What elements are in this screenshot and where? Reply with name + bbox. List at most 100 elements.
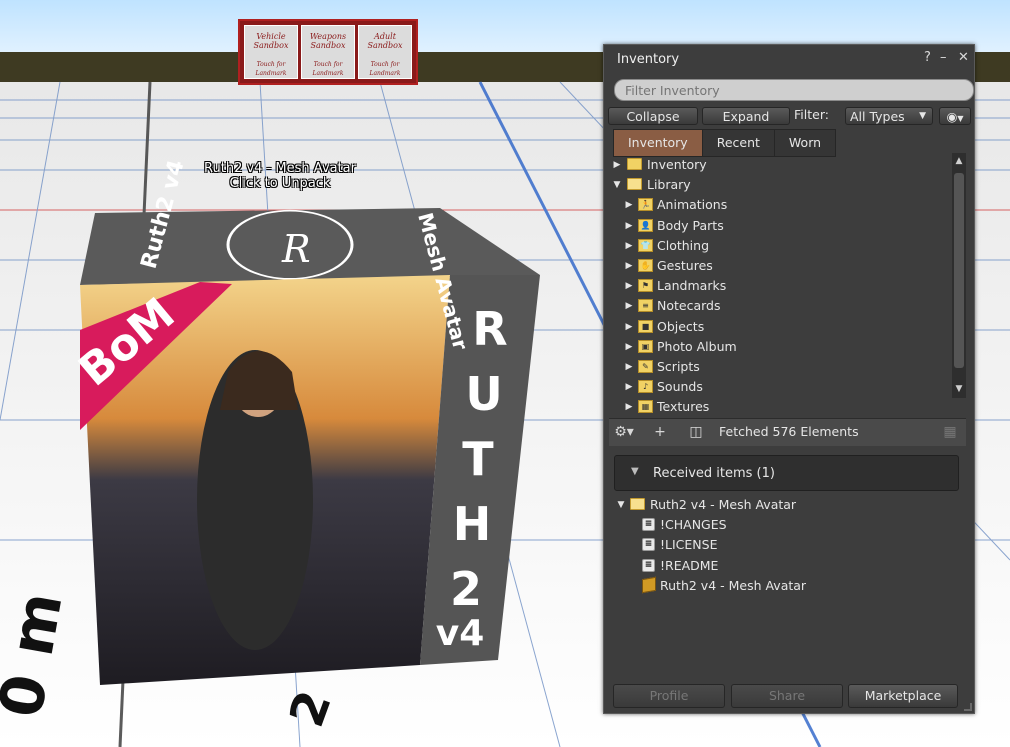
caret-down-icon[interactable]: ▼ [612, 175, 622, 195]
caret-right-icon[interactable]: ▶ [624, 276, 634, 296]
caret-right-icon[interactable]: ▶ [624, 337, 634, 357]
inventory-bottom-toolbar: ⚙▾ + ◫ Fetched 576 Elements ▦ [609, 418, 966, 446]
tree-row-library-item[interactable]: ▶ ■ Objects [612, 317, 952, 337]
caret-right-icon[interactable]: ▶ [624, 296, 634, 316]
received-item-row[interactable]: ≡ !README [614, 556, 959, 576]
inventory-tree[interactable]: ▶ Inventory ▼ Library ▶ 🏃 Animations ▶ 👤 Body… [612, 155, 952, 413]
filter-type-value: All Types [850, 109, 905, 124]
notecard-icon: ≡ [642, 558, 655, 572]
resize-handle[interactable] [964, 703, 972, 711]
close-icon[interactable]: ✕ [958, 50, 969, 65]
caret-right-icon[interactable]: ▶ [624, 317, 634, 337]
object-icon [642, 576, 656, 593]
received-items-label: Received items (1) [653, 466, 775, 481]
tree-row-library-item[interactable]: ▶ ✎ Scripts [612, 357, 952, 377]
notecard-icon: ≡ [642, 538, 655, 552]
sandbox-sign-adult[interactable]: Adult Sandbox Touch for Landmark [358, 25, 412, 79]
share-button[interactable]: Share [731, 684, 843, 708]
library-folder-icon: 👕 [638, 238, 653, 252]
tree-row-library-item[interactable]: ▶ ▦ Textures [612, 397, 952, 413]
library-folder-icon: ▣ [638, 339, 653, 353]
tree-label: Textures [657, 399, 710, 413]
tree-label: Animations [657, 197, 728, 213]
tree-row-inventory[interactable]: ▶ Inventory [612, 155, 952, 175]
received-items-header[interactable]: ▼ Received items (1) [614, 455, 959, 491]
tree-label: Inventory [647, 157, 707, 172]
new-window-icon[interactable]: ◫ [683, 423, 709, 441]
library-children: ▶ 🏃 Animations ▶ 👤 Body Parts ▶ 👕 Clothing ▶ ✋ Gest… [612, 195, 952, 413]
library-folder-icon: ▦ [638, 400, 653, 413]
view-options-button[interactable]: ◉▼ [939, 107, 971, 125]
received-item-row[interactable]: ≡ !LICENSE [614, 535, 959, 555]
gear-icon[interactable]: ⚙▾ [611, 423, 637, 441]
trash-icon[interactable]: ▦ [937, 423, 963, 441]
tab-inventory[interactable]: Inventory [613, 129, 702, 157]
caret-right-icon[interactable]: ▶ [624, 357, 634, 377]
library-folder-icon: ✎ [638, 359, 653, 373]
sandbox-sign-subtitle: Touch for Landmark [255, 61, 287, 77]
tab-worn[interactable]: Worn [773, 129, 837, 157]
filter-label: Filter: [794, 107, 829, 122]
help-icon[interactable]: ? [924, 50, 931, 65]
inventory-titlebar[interactable]: Inventory ? – ✕ [604, 45, 974, 73]
sandbox-sign-weapons[interactable]: Weapons Sandbox Touch for Landmark [301, 25, 355, 79]
library-folder-icon: ■ [638, 319, 653, 333]
sandbox-signboard[interactable]: Vehicle Sandbox Touch for Landmark Weapo… [238, 19, 418, 85]
add-icon[interactable]: + [647, 423, 673, 441]
caret-right-icon[interactable]: ▶ [612, 155, 622, 175]
tab-recent[interactable]: Recent [701, 129, 774, 157]
sandbox-sign-title: Adult Sandbox [367, 32, 403, 50]
filter-inventory-input[interactable] [614, 79, 974, 101]
tree-row-library-item[interactable]: ▶ 👤 Body Parts [612, 216, 952, 236]
received-item-row[interactable]: Ruth2 v4 - Mesh Avatar [614, 576, 959, 596]
sandbox-sign-title: Weapons Sandbox [309, 32, 347, 50]
library-folder-icon: ⚑ [638, 279, 653, 293]
tree-label: Photo Album [657, 338, 737, 354]
received-folder-row[interactable]: ▼ Ruth2 v4 - Mesh Avatar [614, 495, 959, 515]
caret-right-icon[interactable]: ▶ [624, 256, 634, 276]
received-items-tree[interactable]: ▼ Ruth2 v4 - Mesh Avatar ≡ !CHANGES ≡ !LICE… [614, 495, 959, 596]
tree-label: Ruth2 v4 - Mesh Avatar [650, 497, 797, 512]
tree-row-library-item[interactable]: ▶ 🏃 Animations [612, 195, 952, 215]
caret-right-icon[interactable]: ▶ [624, 216, 634, 236]
tree-label: Objects [657, 318, 705, 334]
caret-down-icon[interactable]: ▼ [616, 495, 626, 515]
tree-scrollbar[interactable]: ▲ ▼ [952, 153, 966, 398]
tree-label: !CHANGES [660, 517, 727, 533]
folder-icon [627, 158, 642, 170]
caret-right-icon[interactable]: ▶ [624, 397, 634, 413]
received-item-row[interactable]: ≡ !CHANGES [614, 515, 959, 535]
scroll-up-icon[interactable]: ▲ [952, 155, 966, 167]
library-folder-icon: ♪ [638, 380, 653, 394]
sandbox-sign-vehicle[interactable]: Vehicle Sandbox Touch for Landmark [244, 25, 298, 79]
tree-row-library-item[interactable]: ▶ ≡ Notecards [612, 296, 952, 316]
tree-row-library-item[interactable]: ▶ ✋ Gestures [612, 256, 952, 276]
marketplace-button[interactable]: Marketplace [848, 684, 958, 708]
scroll-down-icon[interactable]: ▼ [952, 383, 966, 395]
caret-right-icon[interactable]: ▶ [624, 377, 634, 397]
scrollbar-thumb[interactable] [954, 173, 964, 368]
expand-button[interactable]: Expand [702, 107, 790, 125]
ruth2-box[interactable] [80, 208, 540, 685]
fetch-status: Fetched 576 Elements [719, 424, 859, 439]
minimize-icon[interactable]: – [940, 50, 947, 65]
caret-right-icon[interactable]: ▶ [624, 195, 634, 215]
tree-row-library[interactable]: ▼ Library [612, 175, 952, 195]
tree-label: Gestures [657, 257, 713, 273]
profile-button[interactable]: Profile [613, 684, 725, 708]
tree-label: Ruth2 v4 - Mesh Avatar [660, 577, 807, 593]
tree-row-library-item[interactable]: ▶ ♪ Sounds [612, 377, 952, 397]
tree-row-library-item[interactable]: ▶ 👕 Clothing [612, 236, 952, 256]
open-folder-icon [627, 178, 642, 191]
inventory-floater[interactable]: Inventory ? – ✕ Collapse Expand Filter: … [603, 44, 975, 714]
tree-label: Clothing [657, 237, 710, 253]
collapse-button[interactable]: Collapse [608, 107, 698, 125]
tree-row-library-item[interactable]: ▶ ⚑ Landmarks [612, 276, 952, 296]
inventory-title: Inventory [617, 52, 680, 67]
tree-row-library-item[interactable]: ▶ ▣ Photo Album [612, 337, 952, 357]
notecard-icon: ≡ [642, 518, 655, 532]
sandbox-sign-subtitle: Touch for Landmark [312, 61, 344, 77]
tree-label: Scripts [657, 358, 700, 374]
caret-right-icon[interactable]: ▶ [624, 236, 634, 256]
filter-type-combo[interactable]: All Types ▼ [845, 107, 933, 125]
